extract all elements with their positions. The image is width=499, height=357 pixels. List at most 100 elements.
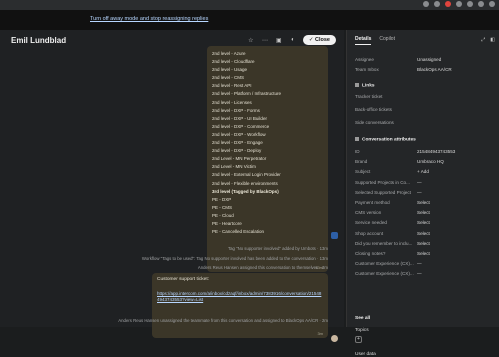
user-data-title[interactable]: User data bbox=[355, 352, 376, 357]
away-mode-link[interactable]: Turn off away mode and stop reassigning … bbox=[90, 16, 208, 22]
row-value[interactable]: — bbox=[417, 271, 422, 276]
attribute-row[interactable]: Brand Umbraco HQ bbox=[355, 159, 499, 167]
event-line: Anders Reus Hansen unassigned the teamma… bbox=[118, 318, 328, 323]
expand-icon[interactable]: ⤢ bbox=[481, 37, 485, 43]
more-icon[interactable]: ⋯ bbox=[261, 36, 269, 44]
ticket-message: Customer support ticket: https://app.int… bbox=[152, 273, 328, 338]
row-label: ID bbox=[355, 149, 360, 154]
link-row[interactable]: Back-office tickets+ bbox=[355, 107, 499, 115]
moon-icon[interactable]: ◐ bbox=[289, 36, 297, 44]
tag-list-item: 2nd level - External Login Provider bbox=[212, 172, 281, 178]
tab-details[interactable]: Details bbox=[355, 36, 372, 45]
tag-list-item: 2nd level - DXP - Commerce bbox=[212, 123, 270, 129]
add-topic-button[interactable]: + bbox=[355, 336, 362, 343]
see-all-button[interactable]: See all bbox=[355, 316, 370, 321]
tag-list: 2nd level - Azure 2nd level - Cloudflare 2… bbox=[212, 50, 281, 236]
attribute-row[interactable]: CMS version Select bbox=[355, 210, 499, 218]
event-line: Anders Reus Hansen assigned this convers… bbox=[197, 265, 328, 270]
row-value[interactable]: + Add bbox=[417, 169, 429, 174]
attribute-row[interactable]: Selected Supported Project — bbox=[355, 190, 499, 198]
row-label: Service needed bbox=[355, 220, 387, 226]
row-value[interactable]: BlackOps AA/CR bbox=[417, 67, 452, 72]
row-value[interactable]: — bbox=[417, 180, 422, 185]
attribute-row[interactable]: Customer Experience (CX)... — bbox=[355, 261, 499, 269]
event-line: Workflow "Tags to be used": Tag No suppo… bbox=[141, 256, 328, 261]
close-label: Close bbox=[315, 37, 330, 43]
row-value[interactable]: Umbraco HQ bbox=[417, 159, 444, 164]
tag-list-item: PE - Heartcore bbox=[212, 220, 242, 226]
extension-icon[interactable] bbox=[445, 1, 451, 7]
assignee-row[interactable]: Team Inbox BlackOps AA/CR bbox=[355, 67, 499, 75]
tag-list-item: PE - Cloud bbox=[212, 212, 234, 218]
attribute-row[interactable]: Shop account Select bbox=[355, 231, 499, 239]
link-row[interactable]: Tracker ticket+ bbox=[355, 94, 499, 102]
row-label: Did you remember to inclu... bbox=[355, 240, 413, 246]
link-icon bbox=[355, 83, 359, 87]
ticket-label: Customer support ticket: bbox=[157, 277, 209, 282]
row-label: Assignee bbox=[355, 57, 374, 62]
row-label: Brand bbox=[355, 159, 368, 165]
event-line: Tag "No supporter involved" added by Umb… bbox=[227, 246, 328, 251]
row-value[interactable]: 215484943743553 bbox=[417, 149, 455, 154]
tag-list-item: 2nd level - CMS bbox=[212, 75, 245, 81]
links-section-title[interactable]: Links bbox=[355, 83, 375, 88]
tag-list-item: 2nd level - Licenses bbox=[212, 99, 252, 105]
star-icon[interactable] bbox=[434, 1, 440, 7]
row-value[interactable]: — bbox=[417, 261, 422, 266]
close-conversation-button[interactable]: ✓ Close bbox=[302, 35, 336, 45]
sidebar-toggle-icon[interactable]: ◧ bbox=[490, 37, 495, 43]
row-value[interactable]: Select bbox=[417, 210, 430, 215]
row-label: CMS version bbox=[355, 210, 382, 216]
row-value[interactable]: Select bbox=[417, 231, 430, 236]
attribute-row[interactable]: Did you remember to inclu... Select bbox=[355, 241, 499, 249]
row-label: Side conversations bbox=[355, 120, 394, 125]
row-label: Customer Experience (CX)... bbox=[355, 271, 414, 277]
tag-list-item: 2nd level - Rest API bbox=[212, 83, 252, 89]
row-value[interactable]: Select bbox=[417, 220, 430, 225]
download-icon[interactable] bbox=[467, 1, 473, 7]
profile-icon[interactable] bbox=[478, 1, 484, 7]
star-icon[interactable]: ☆ bbox=[247, 36, 255, 44]
browser-toolbar bbox=[0, 0, 499, 10]
row-value[interactable]: — bbox=[417, 190, 422, 195]
attribute-row[interactable]: Subject + Add bbox=[355, 169, 499, 177]
list-icon bbox=[355, 137, 359, 141]
links-title: Links bbox=[362, 83, 375, 89]
row-label: Tracker ticket bbox=[355, 94, 383, 99]
search-icon[interactable] bbox=[423, 1, 429, 7]
row-label: Payment method bbox=[355, 200, 390, 205]
tag-list-item: 2nd level - Azure bbox=[212, 51, 246, 56]
attribute-row[interactable]: Payment method Select bbox=[355, 200, 499, 208]
attribute-row[interactable]: Service needed Select bbox=[355, 220, 499, 228]
row-value[interactable]: Select bbox=[417, 251, 430, 256]
link-row[interactable]: Side conversations+ bbox=[355, 120, 499, 128]
assignee-row[interactable]: Assignee Unassigned bbox=[355, 57, 499, 65]
attribute-row[interactable]: Customer Experience (CX)... — bbox=[355, 271, 499, 279]
row-label: Supported Projects in Co... bbox=[355, 179, 410, 185]
row-value[interactable]: Select bbox=[417, 241, 430, 246]
extension-icon[interactable] bbox=[456, 1, 462, 7]
row-value[interactable]: Unassigned bbox=[417, 57, 441, 62]
snooze-icon[interactable]: ▣ bbox=[275, 36, 283, 44]
tag-list-item: PE - CMS bbox=[212, 204, 233, 210]
topics-title: Topics bbox=[355, 328, 369, 333]
attribute-row[interactable]: Closing notes? Select bbox=[355, 251, 499, 259]
tag-list-item: 2nd level - DXP - Workflow bbox=[212, 131, 266, 137]
conversation-pane: Emil Lundblad ☆ ⋯ ▣ ◐ ✓ Close 2nd level … bbox=[0, 30, 344, 342]
attributes-section-title[interactable]: Conversation attributes bbox=[355, 137, 416, 142]
tag-list-item: 2nd level - DXP - Forms bbox=[212, 107, 260, 113]
conversation-title: Emil Lundblad bbox=[11, 36, 67, 45]
row-value[interactable]: Select bbox=[417, 200, 430, 205]
attribute-row[interactable]: Supported Projects in Co... — bbox=[355, 180, 499, 188]
tab-copilot[interactable]: Copilot bbox=[379, 36, 395, 45]
tag-list-item: 2nd Level - MN Perpetrator bbox=[212, 156, 267, 162]
tag-list-item: 2nd level - DXP - Deploy bbox=[212, 148, 262, 154]
row-label: Subject bbox=[355, 169, 371, 175]
row-label: Shop account bbox=[355, 230, 384, 236]
row-label: Customer Experience (CX)... bbox=[355, 261, 414, 267]
message-time: 3m bbox=[317, 331, 323, 336]
attribute-row[interactable]: ID 215484943743553 bbox=[355, 149, 499, 157]
tag-list-item: 2nd level - Flexible environments bbox=[212, 180, 278, 186]
menu-icon[interactable] bbox=[489, 1, 495, 7]
ticket-link[interactable]: https://app.intercom.com/a/inbox/cdzaqf/… bbox=[157, 291, 323, 303]
